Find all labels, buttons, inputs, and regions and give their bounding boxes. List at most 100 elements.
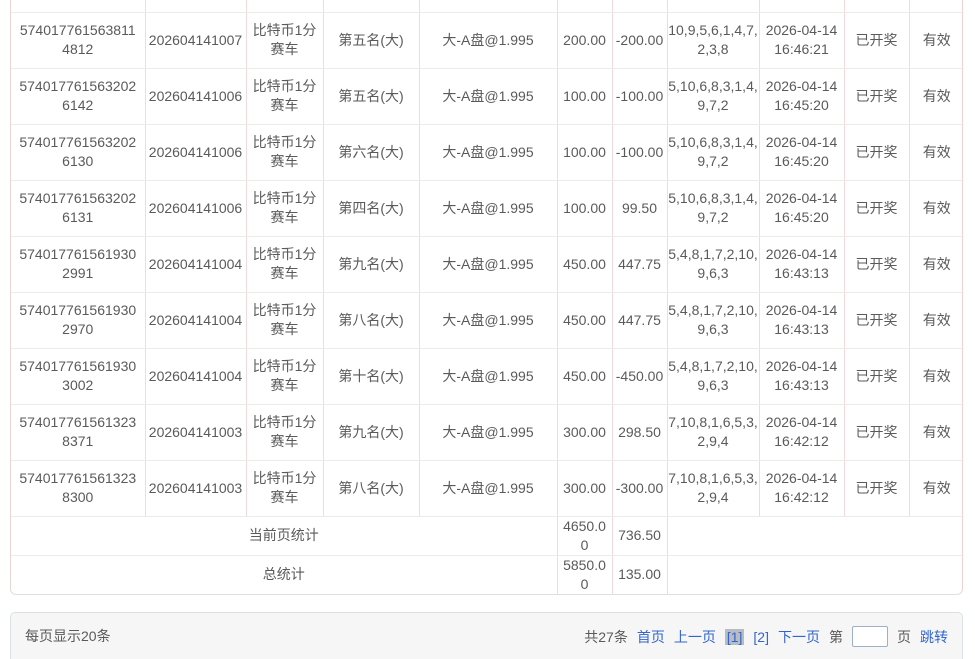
- current-page-summary-label: 当前页统计: [11, 516, 557, 555]
- cell-amount: 100.00: [557, 180, 612, 236]
- cell-draw-result: 5,4,8,1,7,2,10,9,6,3: [667, 292, 759, 348]
- cell-win-loss: -300.00: [612, 460, 667, 516]
- cell-status: 已开奖: [844, 460, 909, 516]
- cell-win-loss: 447.75: [612, 236, 667, 292]
- cell-validity: 有效: [909, 292, 964, 348]
- cell-status: 已开奖: [844, 124, 909, 180]
- cell-validity: 有效: [909, 460, 964, 516]
- bet-rows-body: 5740177615638114821 202604141008 比特币1分赛车…: [11, 0, 964, 516]
- cell-amount: 300.00: [557, 404, 612, 460]
- cell-status: 已开奖: [844, 348, 909, 404]
- table-row: 5740177615632026130 202604141006 比特币1分赛车…: [11, 124, 964, 180]
- cell-win-loss: 298.50: [612, 404, 667, 460]
- cell-amount: 100.00: [557, 124, 612, 180]
- cell-period: 202604141006: [145, 180, 246, 236]
- next-page-link[interactable]: 下一页: [778, 627, 820, 647]
- cell-period: 202604141003: [145, 404, 246, 460]
- cell-bet-position: 第十名(大): [323, 348, 419, 404]
- cell-bet-content: 大-A盘@1.995: [419, 460, 557, 516]
- cell-order-id: 5740177615638114821: [11, 0, 145, 12]
- cell-game-name: 比特币1分赛车: [246, 348, 323, 404]
- cell-amount: 300.00: [557, 460, 612, 516]
- cell-draw-result: 7,10,8,1,6,5,3,2,9,4: [667, 404, 759, 460]
- cell-bet-content: 大-A盘@1.995: [419, 348, 557, 404]
- cell-draw-result: 5,10,6,8,3,1,4,9,7,2: [667, 68, 759, 124]
- grand-total-amount: 5850.00: [557, 555, 612, 594]
- cell-win-loss: 99.50: [612, 180, 667, 236]
- cell-validity: 有效: [909, 348, 964, 404]
- cell-draw-time: 2026-04-14 16:45:20: [759, 180, 844, 236]
- cell-bet-content: 大-A盘@1.995: [419, 292, 557, 348]
- cell-period: 202604141004: [145, 292, 246, 348]
- cell-bet-content: 大-A盘@1.995: [419, 180, 557, 236]
- grand-total-summary-row: 总统计 5850.00 135.00: [11, 555, 964, 594]
- first-page-link[interactable]: 首页: [637, 627, 665, 647]
- cell-validity: 有效: [909, 12, 964, 68]
- prev-page-link[interactable]: 上一页: [674, 627, 716, 647]
- current-page-winloss-total: 736.50: [612, 516, 667, 555]
- cell-game-name: 比特币1分赛车: [246, 236, 323, 292]
- cell-amount: 450.00: [557, 292, 612, 348]
- cell-win-loss: -200.00: [612, 12, 667, 68]
- cell-amount: 450.00: [557, 348, 612, 404]
- cell-draw-time: 2026-04-14 16:42:12: [759, 404, 844, 460]
- cell-amount: 100.00: [557, 0, 612, 12]
- cell-draw-result: 4,3,7,10,1,8,6,2,9,2: [667, 0, 759, 12]
- cell-amount: 450.00: [557, 236, 612, 292]
- page-2-link[interactable]: [2]: [753, 629, 769, 645]
- jump-button[interactable]: 跳转: [920, 627, 948, 647]
- cell-status: 已开奖: [844, 68, 909, 124]
- cell-draw-result: 5,10,6,8,3,1,4,9,7,2: [667, 180, 759, 236]
- table-row: 5740177615613238300 202604141003 比特币1分赛车…: [11, 460, 964, 516]
- cell-draw-time: 2026-04-14 16:46:21: [759, 12, 844, 68]
- cell-status: 已开奖: [844, 236, 909, 292]
- cell-win-loss: 447.75: [612, 292, 667, 348]
- cell-draw-time: 2026-04-14 16:45:20: [759, 124, 844, 180]
- page-number-input[interactable]: [852, 626, 888, 647]
- cell-bet-content: 大-A盘@1.995: [419, 0, 557, 12]
- cell-order-id: 5740177615619302991: [11, 236, 145, 292]
- cell-bet-position: 第八名(大): [323, 292, 419, 348]
- cell-order-id: 5740177615632026131: [11, 180, 145, 236]
- cell-win-loss: -100.00: [612, 0, 667, 12]
- cell-win-loss: -100.00: [612, 68, 667, 124]
- cell-period: 202604141006: [145, 124, 246, 180]
- cell-game-name: 比特币1分赛车: [246, 404, 323, 460]
- cell-order-id: 5740177615613238371: [11, 404, 145, 460]
- cell-amount: 100.00: [557, 68, 612, 124]
- betting-records-page: 5740177615638114821 202604141008 比特币1分赛车…: [0, 0, 975, 659]
- cell-bet-content: 大-A盘@1.995: [419, 12, 557, 68]
- cell-draw-result: 5,10,6,8,3,1,4,9,7,2: [667, 124, 759, 180]
- cell-status: 已开奖: [844, 292, 909, 348]
- grand-total-winloss: 135.00: [612, 555, 667, 594]
- cell-draw-result: 5,4,8,1,7,2,10,9,6,3: [667, 236, 759, 292]
- cell-order-id: 5740177615632026142: [11, 68, 145, 124]
- cell-draw-time: 2026-04-14 16:47:21: [759, 0, 844, 12]
- grand-total-summary-spacer: [667, 555, 964, 594]
- page-1-link[interactable]: [1]: [725, 629, 745, 645]
- cell-bet-position: 第六名(大): [323, 124, 419, 180]
- pagination-bar: 每页显示20条 共27条 首页 上一页 [1] [2] 下一页 第 页 跳转: [10, 612, 963, 659]
- grand-total-label: 总统计: [11, 555, 557, 594]
- cell-status: 已开奖: [844, 12, 909, 68]
- current-page-amount-total: 4650.00: [557, 516, 612, 555]
- table-row: 5740177615619302991 202604141004 比特币1分赛车…: [11, 236, 964, 292]
- pagination-controls: 共27条 首页 上一页 [1] [2] 下一页 第 页 跳转: [584, 626, 948, 647]
- cell-bet-position: 第五名(大): [323, 0, 419, 12]
- cell-period: 202604141006: [145, 68, 246, 124]
- cell-validity: 有效: [909, 124, 964, 180]
- cell-draw-time: 2026-04-14 16:43:13: [759, 348, 844, 404]
- cell-bet-content: 大-A盘@1.995: [419, 124, 557, 180]
- cell-order-id: 5740177615613238300: [11, 460, 145, 516]
- table-row: 5740177615632026142 202604141006 比特币1分赛车…: [11, 68, 964, 124]
- cell-game-name: 比特币1分赛车: [246, 68, 323, 124]
- per-page-label: 每页显示20条: [25, 626, 111, 646]
- cell-draw-time: 2026-04-14 16:43:13: [759, 292, 844, 348]
- cell-bet-position: 第四名(大): [323, 180, 419, 236]
- cell-draw-time: 2026-04-14 16:42:12: [759, 460, 844, 516]
- cell-game-name: 比特币1分赛车: [246, 12, 323, 68]
- cell-bet-position: 第五名(大): [323, 12, 419, 68]
- cell-win-loss: -100.00: [612, 124, 667, 180]
- cell-order-id: 5740177615619302970: [11, 292, 145, 348]
- cell-game-name: 比特币1分赛车: [246, 124, 323, 180]
